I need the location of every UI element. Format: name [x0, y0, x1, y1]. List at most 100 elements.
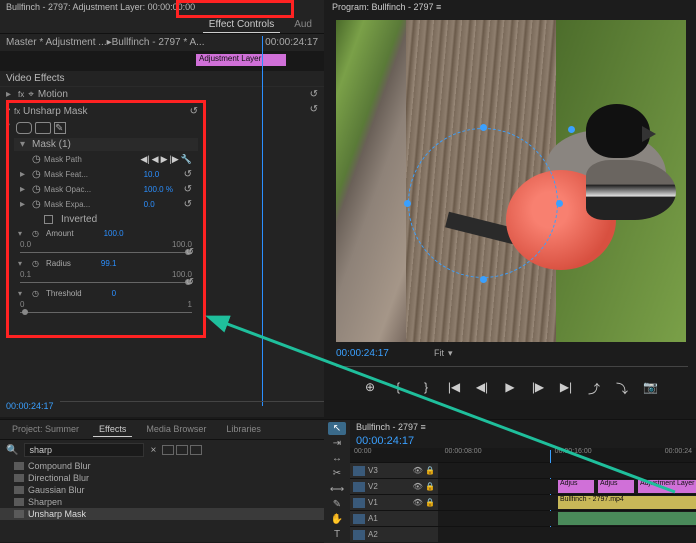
hand-tool[interactable]: ✋	[328, 513, 346, 526]
tab-media-browser[interactable]: Media Browser	[140, 422, 212, 437]
tab-libraries[interactable]: Libraries	[220, 422, 267, 437]
preset-filter-icons[interactable]	[162, 445, 202, 455]
tab-project[interactable]: Project: Summer	[6, 422, 85, 437]
pen-tool[interactable]: ✎	[328, 498, 346, 511]
mask-overlay[interactable]	[408, 128, 558, 278]
pen-mask-button[interactable]: ✎	[54, 122, 66, 134]
track-header-a1[interactable]: A1	[350, 511, 438, 526]
mask-handle[interactable]	[404, 200, 411, 207]
reset-icon[interactable]: ↺	[186, 277, 194, 288]
tab-effects[interactable]: Effects	[93, 422, 132, 437]
clip-adjustment[interactable]: Adjustment Layer	[638, 480, 696, 493]
lift-button[interactable]: ⤴	[587, 380, 601, 397]
step-back-button[interactable]: ◀|	[475, 380, 489, 397]
clip-audio[interactable]	[558, 512, 696, 525]
tab-audio[interactable]: Aud	[288, 17, 318, 32]
amount-value[interactable]: 100.0	[104, 229, 124, 238]
reset-icon[interactable]: ↺	[184, 184, 192, 195]
stopwatch-icon[interactable]: ◷	[32, 229, 40, 238]
twirl-down-icon[interactable]: ▾	[18, 229, 26, 238]
program-zoom[interactable]: Fit▾	[434, 348, 453, 359]
extract-button[interactable]: ⤵	[615, 380, 629, 397]
radius-slider[interactable]: ↺	[20, 280, 192, 286]
stopwatch-icon[interactable]: ◷	[32, 259, 40, 268]
ellipse-mask-button[interactable]	[16, 122, 32, 134]
export-frame-button[interactable]: 📷	[643, 380, 657, 397]
ec-timecode[interactable]: 00:00:24:17	[6, 401, 54, 411]
type-tool[interactable]: T	[328, 528, 346, 541]
razor-tool[interactable]: ✂	[328, 467, 346, 480]
mask-handle[interactable]	[480, 124, 487, 131]
tab-effect-controls[interactable]: Effect Controls	[203, 17, 280, 33]
track-header-v1[interactable]: V1👁 🔒	[350, 495, 438, 510]
program-timecode[interactable]: 00:00:24:17	[336, 348, 389, 359]
clear-search-icon[interactable]: ×	[150, 445, 156, 456]
radius-value[interactable]: 99.1	[101, 259, 117, 268]
track-header-v2[interactable]: V2👁 🔒	[350, 479, 438, 494]
mark-out-button[interactable]: }	[419, 380, 433, 397]
mask-item[interactable]: ▾ Mask (1)	[14, 138, 198, 151]
reset-icon[interactable]: ↺	[184, 199, 192, 210]
threshold-value[interactable]: 0	[112, 289, 116, 298]
track-select-tool[interactable]: ⇥	[328, 437, 346, 450]
ec-playhead[interactable]	[262, 36, 263, 406]
track-header-v3[interactable]: V3👁 🔒	[350, 463, 438, 478]
go-to-in-button[interactable]: |◀	[447, 380, 461, 397]
stopwatch-icon[interactable]: ◷	[32, 289, 40, 298]
mask-feather-value[interactable]: 10.0	[144, 170, 180, 179]
stopwatch-icon[interactable]: ◷	[32, 169, 40, 180]
ec-ruler[interactable]	[60, 401, 324, 411]
sequence-tab[interactable]: Bullfinch - 2797 ≡	[350, 420, 696, 434]
play-button[interactable]: ▶	[503, 380, 517, 397]
twirl-down-icon[interactable]: ▾	[18, 289, 26, 298]
amount-slider[interactable]: ↺	[20, 250, 192, 256]
mask-center-handle[interactable]	[568, 126, 575, 133]
mark-in-button[interactable]: {	[391, 380, 405, 397]
mask-handle[interactable]	[480, 276, 487, 283]
timeline-timecode[interactable]: 00:00:24:17	[350, 434, 696, 448]
threshold-slider[interactable]	[20, 310, 192, 316]
effect-item[interactable]: Directional Blur	[0, 472, 324, 484]
ripple-tool[interactable]: ↔	[328, 452, 346, 465]
ec-mini-timeline[interactable]: Adjustment Layer	[0, 51, 324, 71]
effect-item-selected[interactable]: Unsharp Mask	[0, 508, 324, 520]
selection-tool[interactable]: ↖	[328, 422, 346, 435]
stopwatch-icon[interactable]: ◷	[32, 199, 40, 210]
program-viewer[interactable]	[336, 20, 686, 342]
track-header-a2[interactable]: A2	[350, 527, 438, 542]
twirl-icon[interactable]: ▸	[20, 169, 28, 180]
effect-item[interactable]: Compound Blur	[0, 460, 324, 472]
stopwatch-icon[interactable]: ◷	[32, 154, 40, 165]
reset-icon[interactable]: ↺	[190, 106, 198, 117]
rectangle-mask-button[interactable]	[35, 122, 51, 134]
twirl-down-icon[interactable]: ▾	[18, 259, 26, 268]
ec-clip[interactable]: Adjustment Layer	[196, 54, 286, 66]
reset-icon[interactable]: ↺	[184, 169, 192, 180]
clip-adjustment[interactable]: Adjus	[558, 480, 594, 493]
clip-adjustment[interactable]: Adjus	[598, 480, 634, 493]
twirl-icon[interactable]: ▸	[20, 184, 28, 195]
mask-opacity-value[interactable]: 100.0 %	[144, 185, 180, 194]
reset-icon[interactable]: ↺	[310, 104, 318, 115]
slip-tool[interactable]: ⟷	[328, 483, 346, 496]
add-marker-button[interactable]: ⊕	[363, 380, 377, 397]
twirl-icon[interactable]: ▸	[20, 199, 28, 210]
step-forward-button[interactable]: |▶	[531, 380, 545, 397]
timeline-ruler[interactable]: 00:0000:00:08:0000:00:16:0000:00:24	[350, 448, 696, 462]
clip-video[interactable]: Bullfinch - 2797.mp4	[558, 496, 696, 509]
mask-expansion-value[interactable]: 0.0	[144, 200, 180, 209]
go-to-out-button[interactable]: ▶|	[559, 380, 573, 397]
program-ruler[interactable]	[336, 366, 688, 374]
twirl-down-icon[interactable]: ▾	[20, 139, 28, 150]
reset-icon[interactable]: ↺	[310, 89, 318, 100]
stopwatch-icon[interactable]: ◷	[32, 184, 40, 195]
twirl-icon[interactable]: ▸	[6, 89, 14, 100]
mask-handle[interactable]	[556, 200, 563, 207]
effect-item[interactable]: Sharpen	[0, 496, 324, 508]
mask-path-transport[interactable]: ◀|◀▶|▶🔧	[140, 154, 192, 165]
inverted-checkbox[interactable]	[44, 215, 53, 224]
effect-item[interactable]: Gaussian Blur	[0, 484, 324, 496]
mask-name[interactable]: Mask (1)	[32, 139, 71, 150]
reset-icon[interactable]: ↺	[186, 247, 194, 258]
effects-search-input[interactable]	[24, 443, 144, 457]
